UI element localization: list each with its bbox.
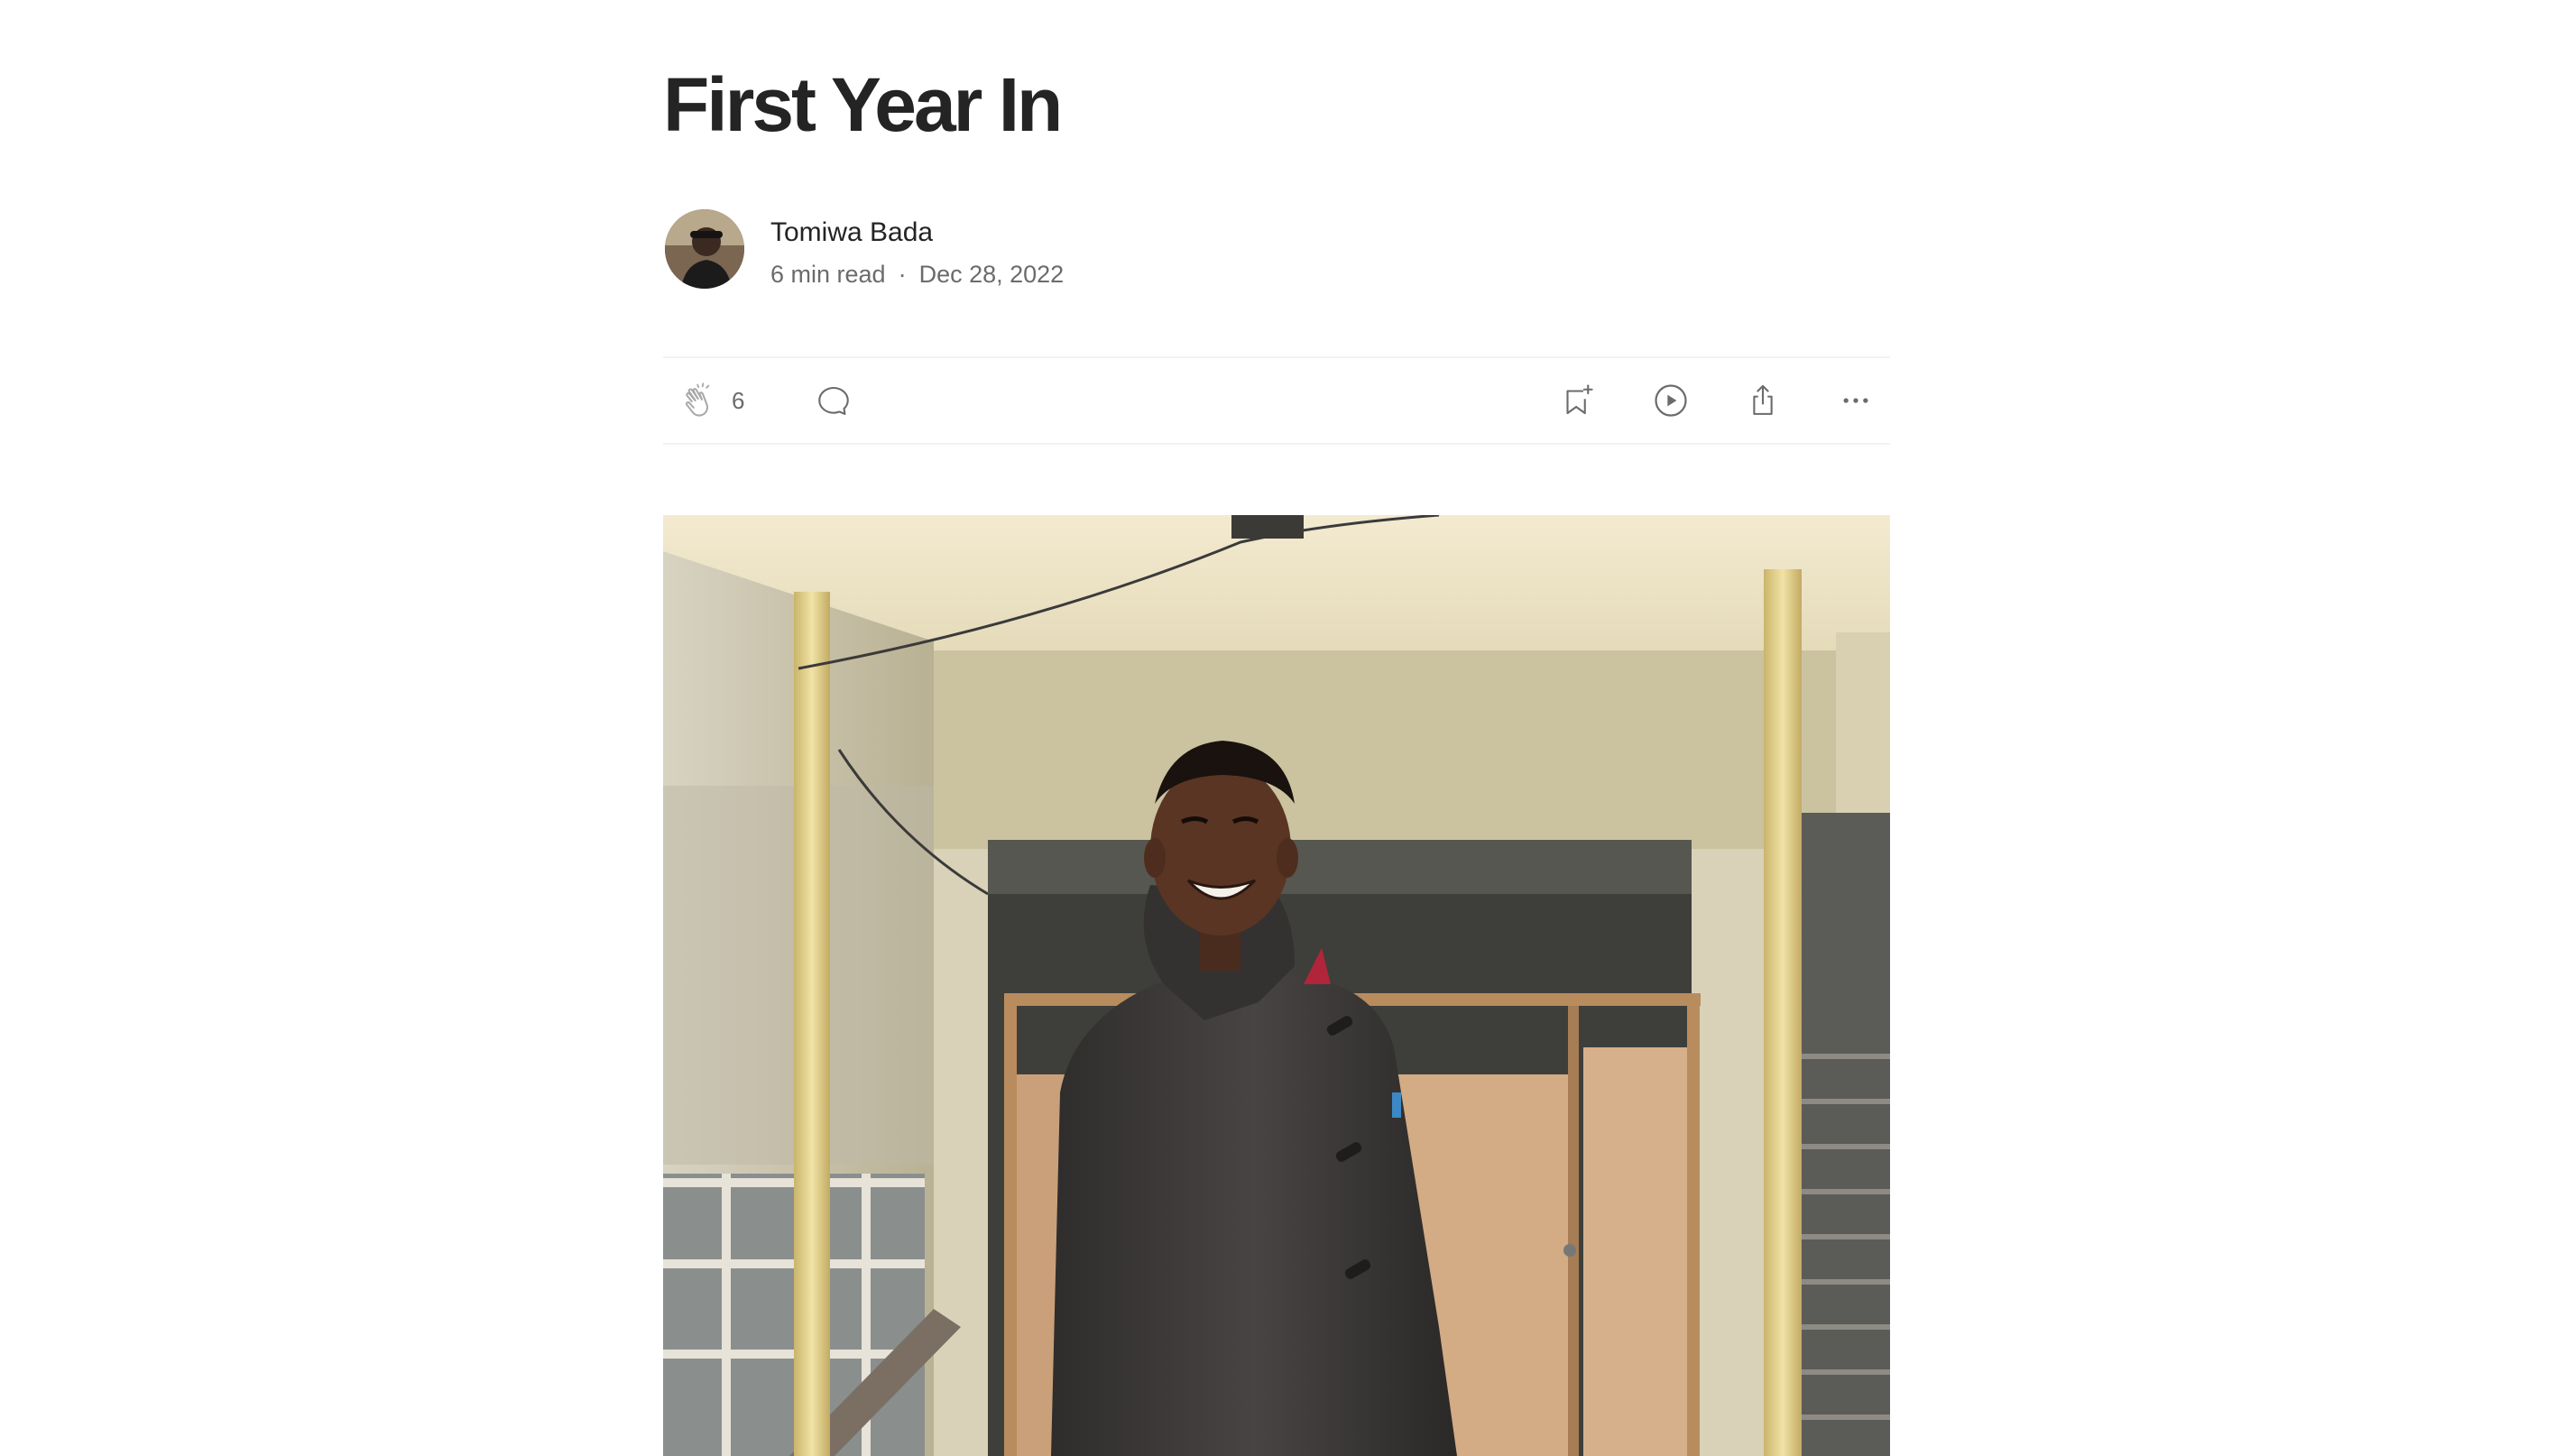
more-horizontal-icon: [1843, 398, 1868, 403]
share-icon: [1753, 384, 1773, 415]
more-options-button[interactable]: [1838, 382, 1874, 419]
article-action-bar: 6: [663, 356, 1890, 445]
hero-photo-icon: [663, 515, 1890, 1456]
clap-icon: [685, 382, 710, 417]
read-time: 6 min read: [770, 261, 886, 288]
listen-button[interactable]: [1651, 381, 1691, 420]
hero-image: [663, 515, 1890, 1456]
article-meta: 6 min read · Dec 28, 2022: [770, 258, 1064, 290]
bookmark-add-icon: [1566, 384, 1593, 415]
comment-icon: [818, 386, 849, 415]
byline: Tomiwa Bada 6 min read · Dec 28, 2022: [663, 207, 1475, 290]
play-circle-icon: [1655, 384, 1687, 417]
page: First Year In Tomiwa Bada 6 min read · Dec…: [0, 0, 2573, 1456]
article-title: First Year In: [663, 62, 1063, 147]
save-button[interactable]: [1558, 382, 1596, 419]
author-name[interactable]: Tomiwa Bada: [770, 215, 933, 251]
meta-separator: ·: [898, 261, 907, 288]
avatar-photo-icon: [665, 209, 744, 289]
clap-count: 6: [732, 386, 745, 414]
share-button[interactable]: [1744, 382, 1782, 419]
author-avatar[interactable]: [665, 209, 744, 289]
clap-button[interactable]: 6: [679, 381, 744, 420]
publish-date: Dec 28, 2022: [918, 261, 1065, 288]
comment-button[interactable]: [815, 382, 853, 419]
